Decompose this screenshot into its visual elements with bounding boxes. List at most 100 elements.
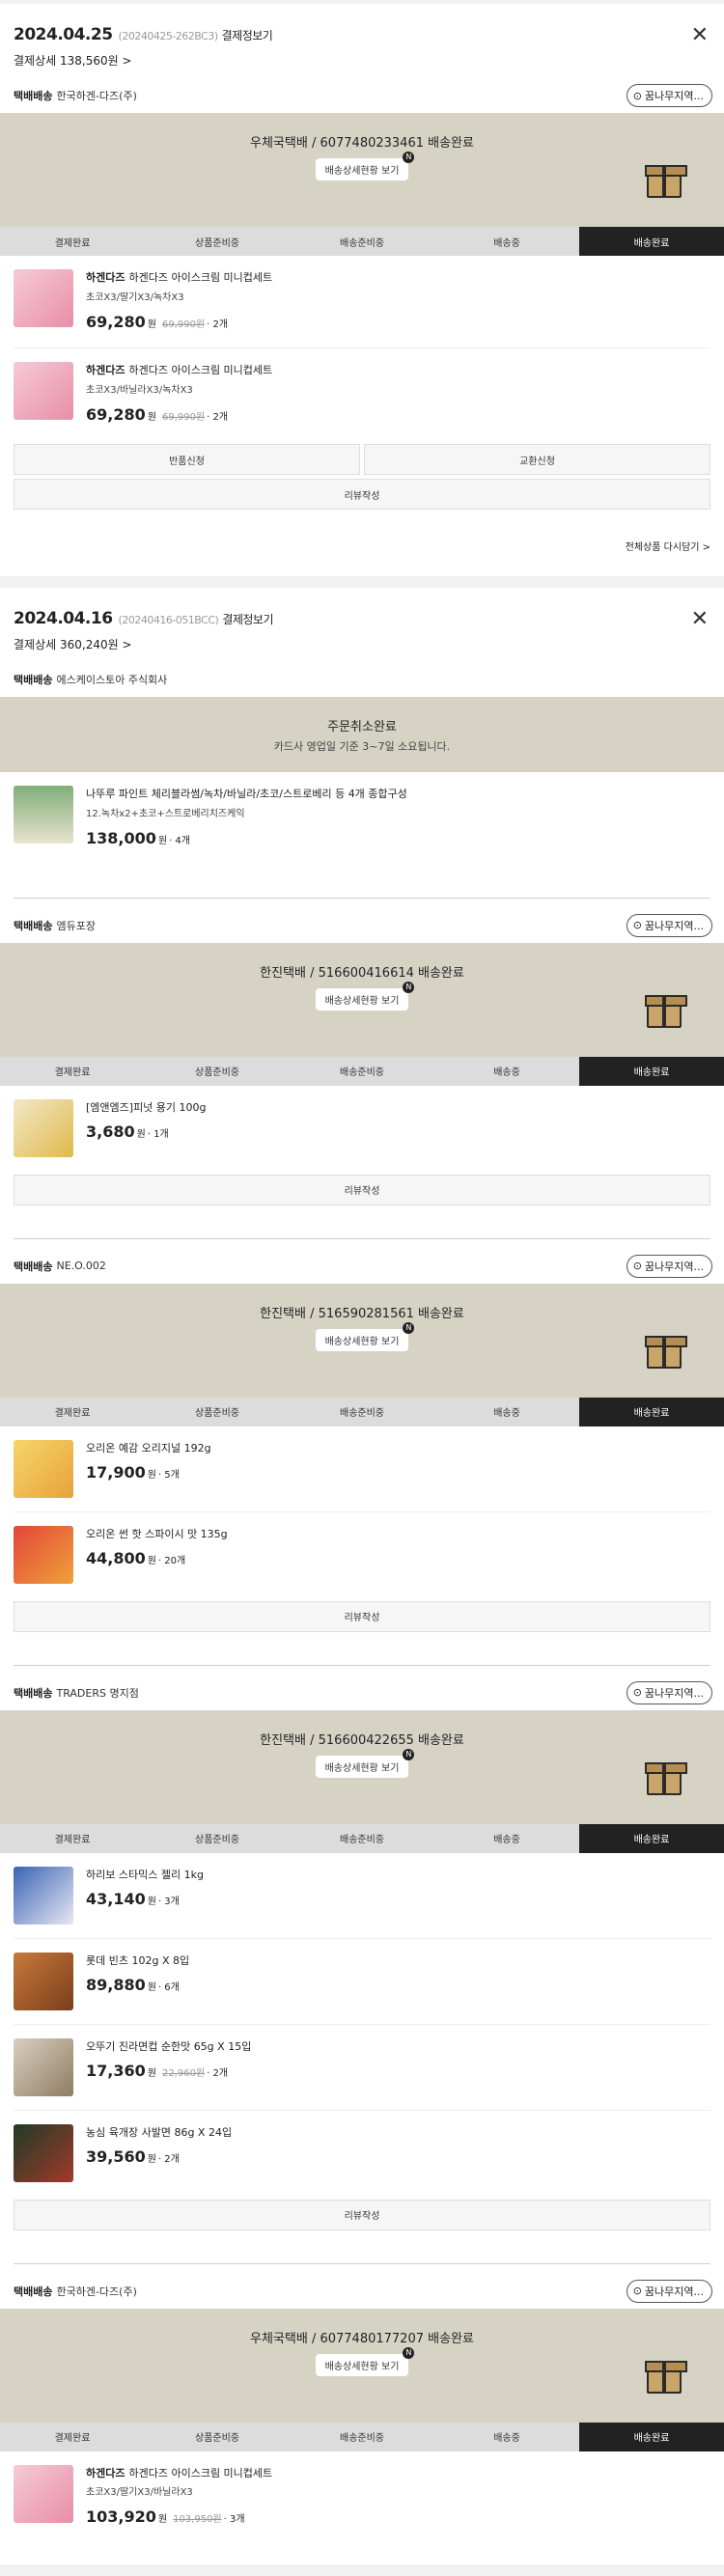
- write-review-button[interactable]: 리뷰작성: [14, 479, 710, 511]
- delivery-steps: 결제완료 상품준비중 배송준비중 배송중 배송완료: [0, 1056, 724, 1086]
- step-shipping: 배송중: [434, 1823, 579, 1853]
- list-item[interactable]: 하겐다즈 하겐다즈 아이스크림 미니컵세트 초코X3/딸기X3/바닐라X3 103…: [14, 2451, 710, 2543]
- item-name: 오뚜기 진라면컵 순한맛 65g X 15입: [86, 2039, 252, 2053]
- tracking-detail-label: 배송상세현황 보기: [324, 1762, 400, 1774]
- item-name: [엠앤엠즈]피넛 용기 100g: [86, 1100, 207, 1114]
- tracking-detail-button[interactable]: 배송상세현황 보기 N: [315, 2346, 415, 2376]
- tracking-detail-button[interactable]: 배송상세현황 보기 N: [315, 152, 415, 180]
- item-quantity: · 5개: [157, 1470, 180, 1482]
- delivery-box-icon: [645, 994, 687, 1028]
- shipment: 택배배송 NE.O.002 ⊙ 꿈나무지역... 한진택배 / 516590281…: [0, 1249, 724, 1632]
- step-delivered: 배송완료: [579, 1823, 724, 1853]
- close-icon[interactable]: ✕: [691, 23, 709, 47]
- order-number: (20240416-051BCC): [118, 614, 219, 627]
- item-info: 나뚜루 파인트 체리블라썸/녹차/바닐라/초코/스트로베리 등 4개 종합구성 …: [86, 786, 407, 850]
- list-item[interactable]: 오리온 썬 핫 스파이시 맛 135g 44,800 원 · 20개: [14, 1512, 710, 1597]
- item-price-row: 43,140 원 · 3개: [86, 1887, 204, 1912]
- step-preparing-product: 상품준비중: [145, 1056, 290, 1086]
- item-price: 17,360: [86, 2062, 146, 2081]
- action-buttons: 반품신청 교환신청: [0, 444, 724, 476]
- shipment-header: 택배배송 NE.O.002 ⊙ 꿈나무지역...: [0, 1249, 724, 1284]
- write-review-button[interactable]: 리뷰작성: [14, 2199, 710, 2230]
- shipment: 택배배송 한국하겐-다즈(주) ⊙ 꿈나무지역... 우체국택배 / 607748…: [0, 78, 724, 511]
- item-title: 하겐다즈 하겐다즈 아이스크림 미니컵세트: [86, 362, 272, 379]
- currency: 원: [147, 1470, 156, 1482]
- item-list: 하겐다즈 하겐다즈 아이스크림 미니컵세트 초코X3/딸기X3/녹차X3 69,2…: [0, 256, 724, 440]
- tracking-detail-button[interactable]: 배송상세현황 보기 N: [315, 1321, 415, 1351]
- list-item[interactable]: [엠앤엠즈]피넛 용기 100g 3,680 원 · 1개: [14, 1086, 710, 1171]
- item-price-row: 17,360 원 22,960원 · 2개: [86, 2059, 251, 2084]
- list-item[interactable]: 하겐다즈 하겐다즈 아이스크림 미니컵세트 초코X3/딸기X3/녹차X3 69,2…: [14, 256, 710, 349]
- shipment: 택배배송 한국하겐-다즈(주) ⊙ 꿈나무지역... 우체국택배 / 607748…: [0, 2274, 724, 2543]
- step-shipping: 배송중: [434, 2422, 579, 2451]
- write-review-button[interactable]: 리뷰작성: [14, 1600, 710, 1632]
- item-price: 3,680: [86, 1122, 135, 1142]
- order-detail-link[interactable]: 결제정보기: [222, 29, 273, 42]
- original-price: 103,950원: [173, 2514, 222, 2526]
- step-preparing-product: 상품준비중: [145, 227, 290, 256]
- step-shipping: 배송중: [434, 1056, 579, 1086]
- list-item[interactable]: 하리보 스타믹스 젤리 1kg 43,140 원 · 3개: [14, 1853, 710, 1939]
- item-info: 하리보 스타믹스 젤리 1kg 43,140 원 · 3개: [86, 1867, 204, 1925]
- location-chip[interactable]: ⊙ 꿈나무지역...: [626, 84, 712, 107]
- item-price-row: 69,280 원 69,990원 · 2개: [86, 310, 272, 335]
- currency: 원: [157, 835, 168, 846]
- item-quantity: · 20개: [157, 1556, 186, 1567]
- tracking-detail-button[interactable]: 배송상세현황 보기 N: [315, 1748, 415, 1778]
- close-icon[interactable]: ✕: [691, 607, 709, 631]
- chevron-right-icon: >: [122, 54, 132, 68]
- location-chip[interactable]: ⊙ 꿈나무지역...: [626, 1254, 712, 1278]
- list-item[interactable]: 오리온 예감 오리지널 192g 17,900 원 · 5개: [14, 1426, 710, 1512]
- location-chip[interactable]: ⊙ 꿈나무지역...: [626, 1680, 712, 1704]
- tracking-detail-label: 배송상세현황 보기: [324, 166, 400, 177]
- divider: [14, 1664, 710, 1666]
- delivery-status-banner: 한진택배 / 516600416614 배송완료 배송상세현황 보기 N: [0, 942, 724, 1057]
- original-price: 22,960원: [161, 2068, 206, 2080]
- order-header: 2024.04.25 (20240425-262BC3) 결제정보기 ✕ 결제상세 …: [0, 4, 724, 78]
- tracking-status: 한진택배 / 516590281561 배송완료: [260, 1306, 464, 1321]
- list-item[interactable]: 나뚜루 파인트 체리블라썸/녹차/바닐라/초코/스트로베리 등 4개 종합구성 …: [14, 772, 710, 864]
- list-item[interactable]: 롯데 빈츠 102g X 8입 89,880 원 · 6개: [14, 1939, 710, 2025]
- payment-amount: 결제상세 360,240원: [14, 638, 119, 652]
- divider: [14, 897, 710, 899]
- item-info: 오리온 예감 오리지널 192g 17,900 원 · 5개: [86, 1440, 211, 1498]
- item-price-row: 69,280 원 69,990원 · 2개: [86, 402, 272, 428]
- list-item[interactable]: 농심 육개장 사발면 86g X 24입 39,560 원 · 2개: [14, 2111, 710, 2196]
- new-badge: N: [403, 1748, 415, 1760]
- order-detail-link[interactable]: 결제정보기: [222, 613, 273, 626]
- order-date-row: 2024.04.16 (20240416-051BCC) 결제정보기: [14, 609, 710, 628]
- exchange-request-button[interactable]: 교환신청: [364, 444, 710, 476]
- currency: 원: [147, 319, 156, 330]
- return-request-button[interactable]: 반품신청: [14, 444, 360, 476]
- cancel-note: 카드사 영업일 기준 3~7일 소요됩니다.: [273, 740, 451, 754]
- tracking-detail-label: 배송상세현황 보기: [324, 1336, 400, 1347]
- map-pin-icon: ⊙: [632, 919, 642, 932]
- order-date: 2024.04.16: [14, 609, 113, 629]
- seller-name: NE.O.002: [56, 1260, 106, 1273]
- new-badge: N: [403, 2346, 415, 2359]
- list-item[interactable]: 오뚜기 진라면컵 순한맛 65g X 15입 17,360 원 22,960원 · 2…: [14, 2025, 710, 2111]
- shipment-type: 택배배송: [14, 1686, 53, 1700]
- tracking-detail-button[interactable]: 배송상세현황 보기 N: [315, 981, 415, 1011]
- original-price: 69,990원: [161, 319, 206, 330]
- payment-detail-link[interactable]: 결제상세 138,560원 >: [14, 52, 710, 69]
- write-review-button[interactable]: 리뷰작성: [14, 1174, 710, 1205]
- add-all-to-cart-link[interactable]: 전체상품 다시담기 >: [0, 510, 724, 576]
- shipment-type: 택배배송: [14, 2285, 53, 2298]
- item-price: 39,560: [86, 2147, 146, 2167]
- shipment-header: 택배배송 TRADERS 명지점 ⊙ 꿈나무지역...: [0, 1676, 724, 1710]
- shipment-type: 택배배송: [14, 90, 53, 102]
- delivery-steps: 결제완료 상품준비중 배송준비중 배송중 배송완료: [0, 1823, 724, 1853]
- item-option: 초코X3/딸기X3/바닐라X3: [86, 2487, 193, 2499]
- location-chip[interactable]: ⊙ 꿈나무지역...: [626, 2279, 712, 2303]
- divider: [14, 2262, 710, 2264]
- map-pin-icon: ⊙: [632, 2285, 642, 2298]
- payment-detail-link[interactable]: 결제상세 360,240원 >: [14, 636, 710, 652]
- list-item[interactable]: 하겐다즈 하겐다즈 아이스크림 미니컵세트 초코X3/바닐라X3/녹차X3 69,…: [14, 348, 710, 440]
- item-brand: 하겐다즈: [86, 271, 125, 284]
- location-chip[interactable]: ⊙ 꿈나무지역...: [626, 913, 712, 937]
- item-info: 롯데 빈츠 102g X 8입 89,880 원 · 6개: [86, 1953, 189, 2010]
- delivery-steps: 결제완료 상품준비중 배송준비중 배송중 배송완료: [0, 227, 724, 256]
- step-paid: 결제완료: [0, 227, 145, 256]
